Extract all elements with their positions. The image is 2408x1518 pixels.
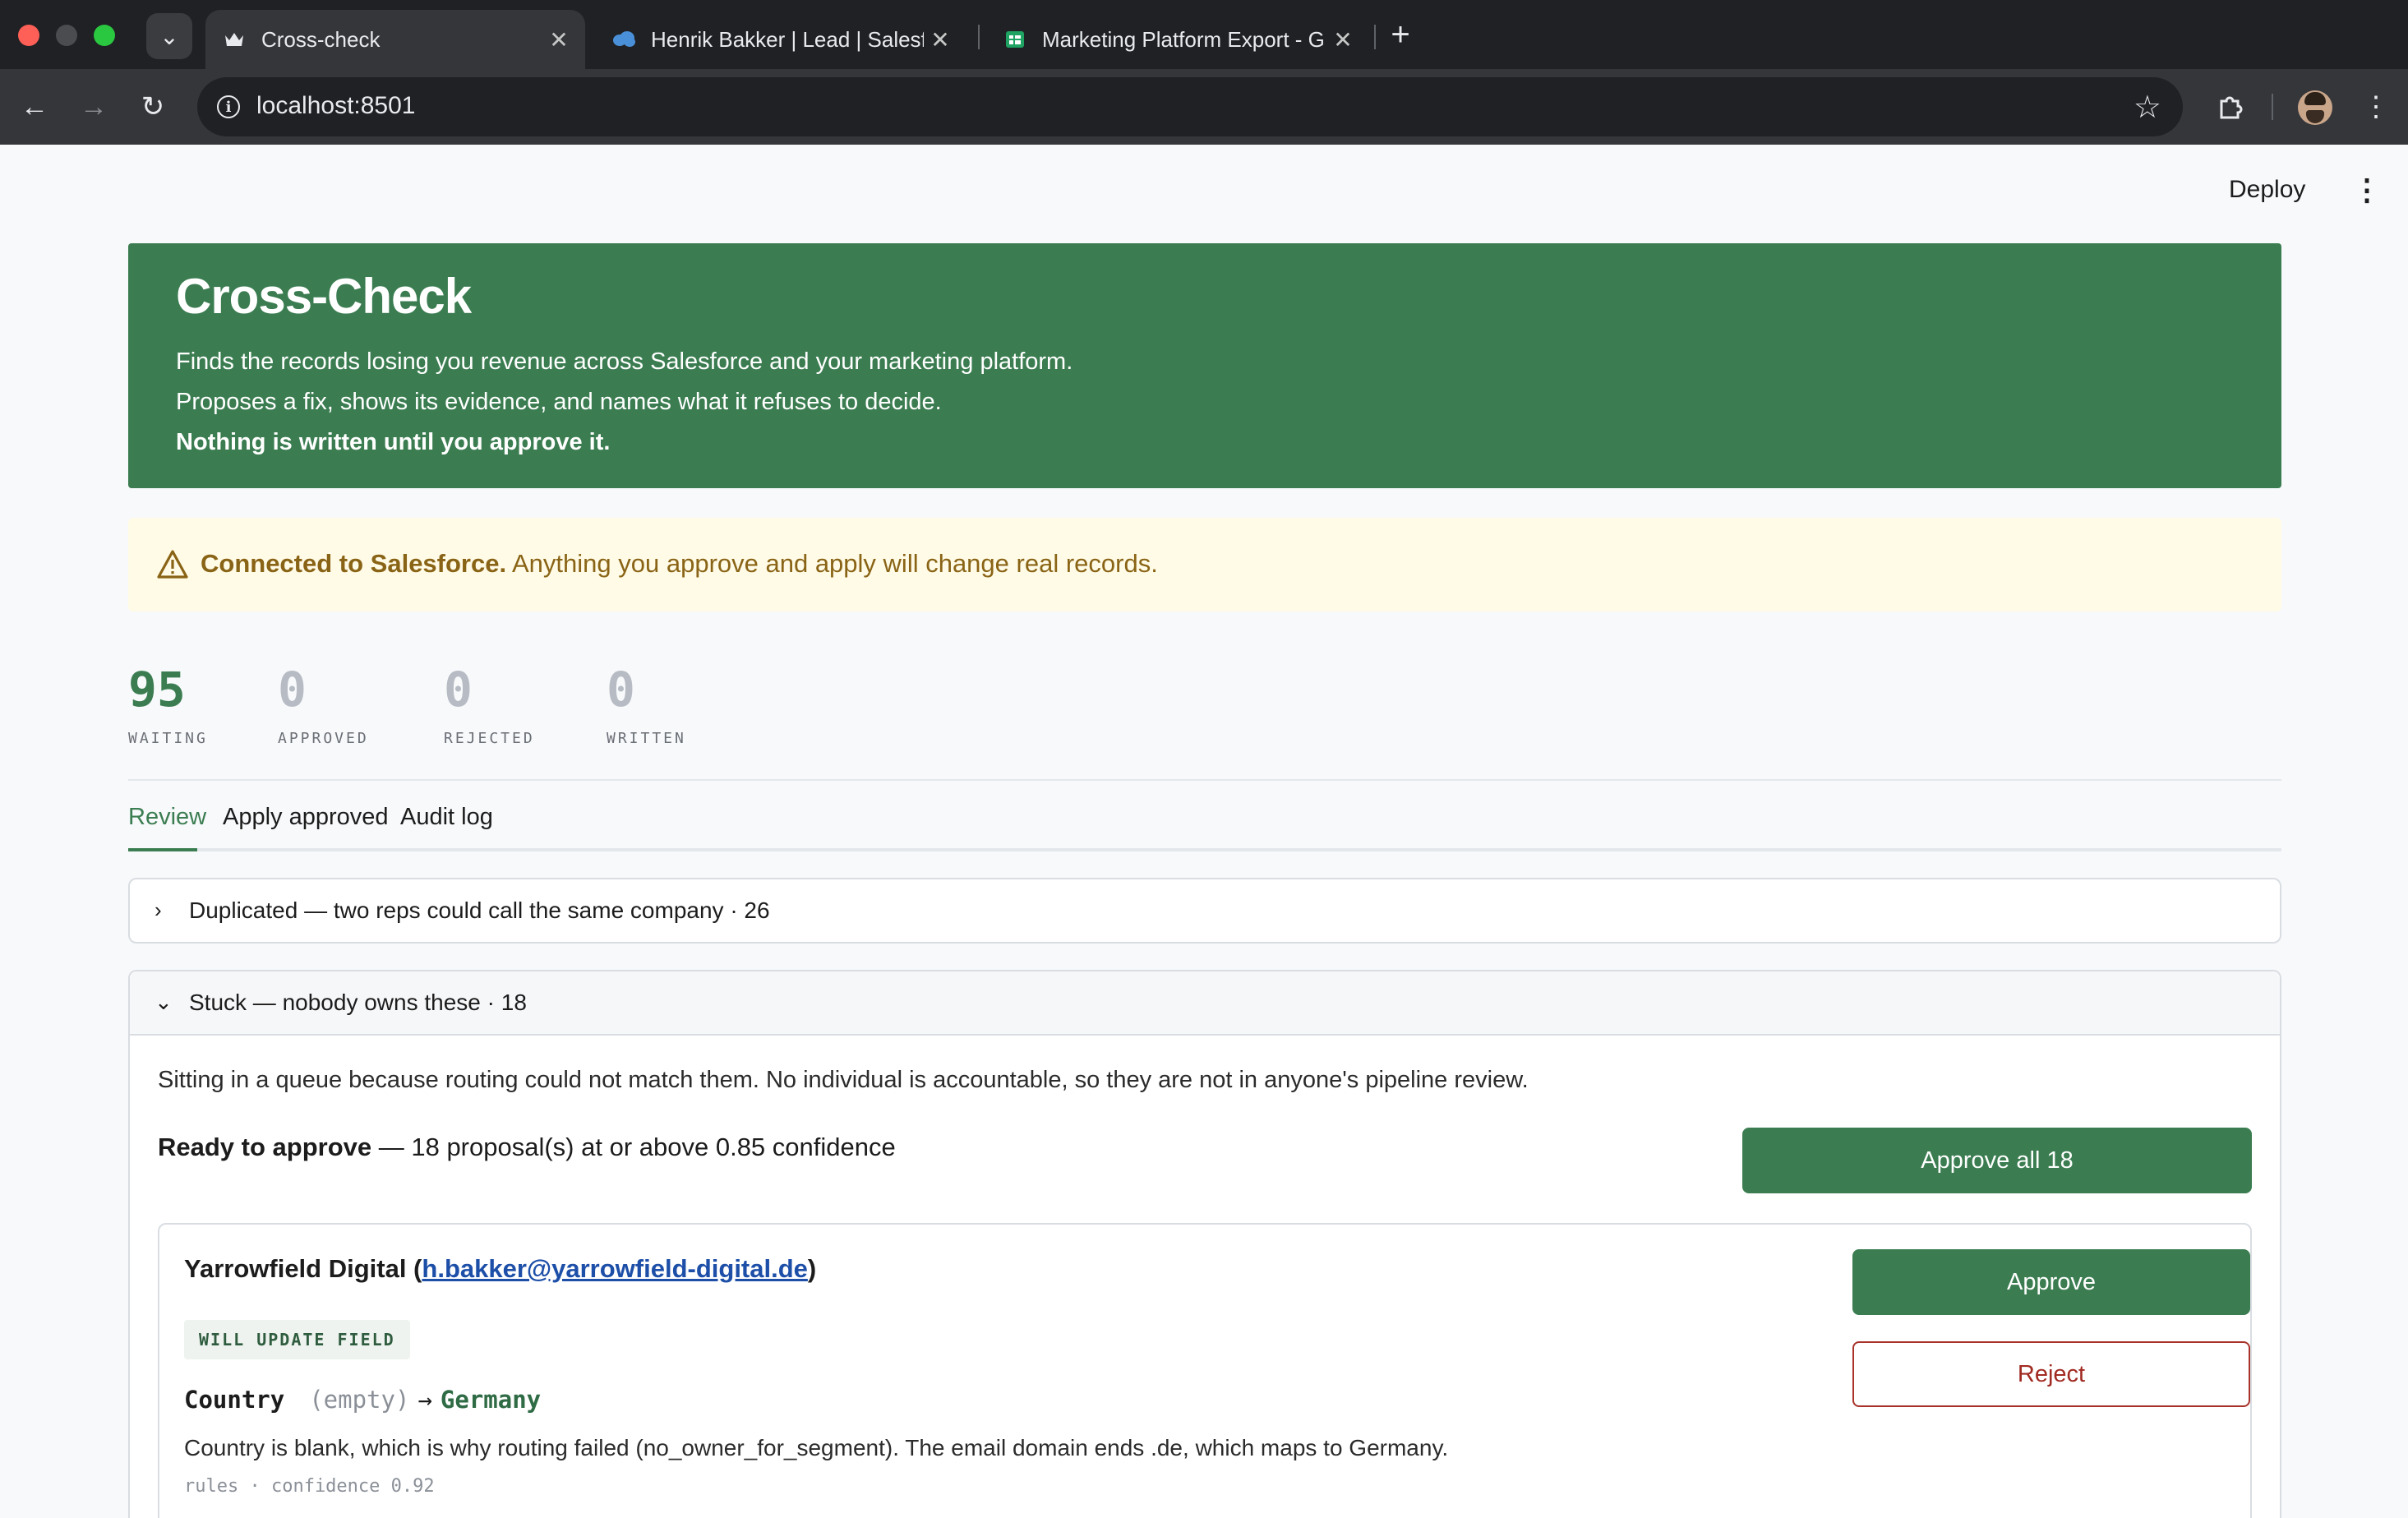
tab-audit-log[interactable]: Audit log — [400, 804, 493, 831]
reload-icon[interactable]: ↻ — [133, 87, 173, 127]
stat-rejected: 0 REJECTED — [444, 666, 535, 747]
extensions-puzzle-icon[interactable] — [2211, 87, 2250, 127]
browser-tab-bar: ⌄ Cross-check ✕ Henrik Bakker | Lead | S… — [0, 0, 2408, 69]
browser-tab-cross-check[interactable]: Cross-check ✕ — [205, 10, 585, 69]
deploy-button[interactable]: Deploy — [2229, 176, 2305, 204]
tab-title: Marketing Platform Export - G — [1042, 26, 1325, 52]
warning-bold-text: Connected to Salesforce. — [201, 549, 507, 578]
stat-label: WAITING — [128, 730, 208, 747]
url-text[interactable]: localhost:8501 — [256, 92, 415, 120]
app-main: Deploy ⋮ Cross-Check Finds the records l… — [0, 145, 2408, 1518]
window-maximize-button[interactable] — [94, 25, 115, 46]
ready-to-approve-text: Ready to approve — 18 proposal(s) at or … — [158, 1133, 896, 1162]
address-bar[interactable]: i localhost:8501 ☆ — [197, 77, 2183, 136]
tab-title: Cross-check — [261, 26, 381, 52]
company-name: Yarrowfield Digital ( — [184, 1254, 422, 1283]
group-stuck-expander: ⌄ Stuck — nobody owns these · 18 Sitting… — [128, 970, 2281, 1518]
field-name: Country — [184, 1386, 285, 1414]
stat-written: 0 WRITTEN — [607, 666, 686, 747]
ready-detail: — 18 proposal(s) at or above 0.85 confid… — [371, 1133, 896, 1161]
tab-apply-approved[interactable]: Apply approved — [223, 804, 389, 831]
salesforce-cloud-icon — [611, 27, 636, 52]
group-description: Sitting in a queue because routing could… — [158, 1067, 1529, 1093]
proposal-title: Yarrowfield Digital (h.bakker@yarrowfiel… — [184, 1254, 816, 1284]
lead-email-link[interactable]: h.bakker@yarrowfield-digital.de — [422, 1254, 808, 1283]
stat-waiting: 95 WAITING — [128, 666, 208, 747]
approve-button[interactable]: Approve — [1852, 1249, 2250, 1315]
old-value: (empty) — [309, 1386, 410, 1414]
stat-value: 95 — [128, 662, 186, 717]
bookmark-star-icon[interactable]: ☆ — [2134, 89, 2161, 126]
hero-banner: Cross-Check Finds the records losing you… — [128, 243, 2281, 488]
window-minimize-button[interactable] — [56, 25, 77, 46]
chevron-down-icon: ⌄ — [155, 990, 173, 1014]
active-tab-indicator — [128, 848, 197, 851]
expander-header[interactable]: › Duplicated — two reps could call the s… — [130, 879, 2280, 944]
warning-banner: Connected to Salesforce. Anything you ap… — [128, 518, 2281, 611]
browser-tab-marketing-export[interactable]: Marketing Platform Export - G ✕ — [986, 10, 1369, 69]
tab-review[interactable]: Review — [128, 804, 206, 831]
expander-title: Stuck — nobody owns these · 18 — [189, 990, 527, 1015]
page-title: Cross-Check — [176, 269, 472, 324]
divider — [128, 779, 2281, 781]
hero-description-line: Proposes a fix, shows its evidence, and … — [176, 389, 942, 415]
stat-value: 0 — [278, 662, 307, 717]
group-duplicated-expander[interactable]: › Duplicated — two reps could call the s… — [128, 878, 2281, 944]
stat-value: 0 — [607, 662, 635, 717]
tab-close-icon[interactable]: ✕ — [542, 26, 575, 53]
expander-header[interactable]: ⌄ Stuck — nobody owns these · 18 — [130, 971, 2280, 1036]
close-paren: ) — [807, 1254, 817, 1283]
forward-arrow-icon[interactable]: → — [74, 87, 113, 127]
profile-avatar[interactable] — [2298, 90, 2332, 125]
chevron-right-icon: › — [155, 897, 162, 922]
browser-tab-salesforce-lead[interactable]: Henrik Bakker | Lead | Salesfo ✕ — [595, 10, 966, 69]
tab-separator — [1374, 25, 1376, 49]
approve-all-button[interactable]: Approve all 18 — [1742, 1128, 2252, 1193]
arrow-icon: → — [417, 1386, 432, 1414]
tab-close-icon[interactable]: ✕ — [924, 26, 957, 53]
back-arrow-icon[interactable]: ← — [15, 87, 54, 127]
expander-title: Duplicated — two reps could call the sam… — [189, 897, 770, 923]
reject-button[interactable]: Reject — [1852, 1341, 2250, 1407]
tab-title: Henrik Bakker | Lead | Salesfo — [651, 26, 924, 52]
stat-value: 0 — [444, 662, 473, 717]
sheets-icon — [1003, 27, 1027, 52]
new-value: Germany — [440, 1386, 542, 1414]
proposal-meta: rules · confidence 0.92 — [184, 1476, 435, 1497]
field-change: Country (empty) → Germany — [184, 1386, 541, 1414]
new-tab-plus-icon[interactable]: + — [1382, 16, 1419, 53]
tab-search-chevron-icon[interactable]: ⌄ — [146, 13, 192, 59]
browser-toolbar: ← → ↻ i localhost:8501 ☆ ⋮ — [0, 69, 2408, 145]
tab-separator — [978, 25, 980, 49]
stat-label: REJECTED — [444, 730, 535, 747]
action-badge: WILL UPDATE FIELD — [184, 1320, 410, 1359]
proposal-card: Yarrowfield Digital (h.bakker@yarrowfiel… — [158, 1223, 2252, 1518]
app-menu-kebab-icon[interactable]: ⋮ — [2352, 173, 2382, 207]
warning-text: Connected to Salesforce. Anything you ap… — [201, 549, 1158, 579]
warning-triangle-icon — [157, 550, 188, 579]
stat-label: APPROVED — [278, 730, 369, 747]
ready-bold: Ready to approve — [158, 1133, 372, 1161]
toolbar-separator — [2272, 94, 2273, 120]
stat-label: WRITTEN — [607, 730, 686, 747]
tabs-baseline — [128, 848, 2281, 851]
hero-emphasis-line: Nothing is written until you approve it. — [176, 429, 611, 455]
warning-body-text: Anything you approve and apply will chan… — [506, 549, 1158, 578]
crown-favicon-icon — [222, 27, 247, 52]
browser-menu-kebab-icon[interactable]: ⋮ — [2362, 87, 2390, 127]
window-close-button[interactable] — [18, 25, 39, 46]
stat-approved: 0 APPROVED — [278, 666, 369, 747]
proposal-reason: Country is blank, which is why routing f… — [184, 1435, 1449, 1460]
tab-close-icon[interactable]: ✕ — [1326, 26, 1359, 53]
site-info-icon[interactable]: i — [210, 89, 247, 125]
hero-description-line: Finds the records losing you revenue acr… — [176, 348, 1073, 375]
